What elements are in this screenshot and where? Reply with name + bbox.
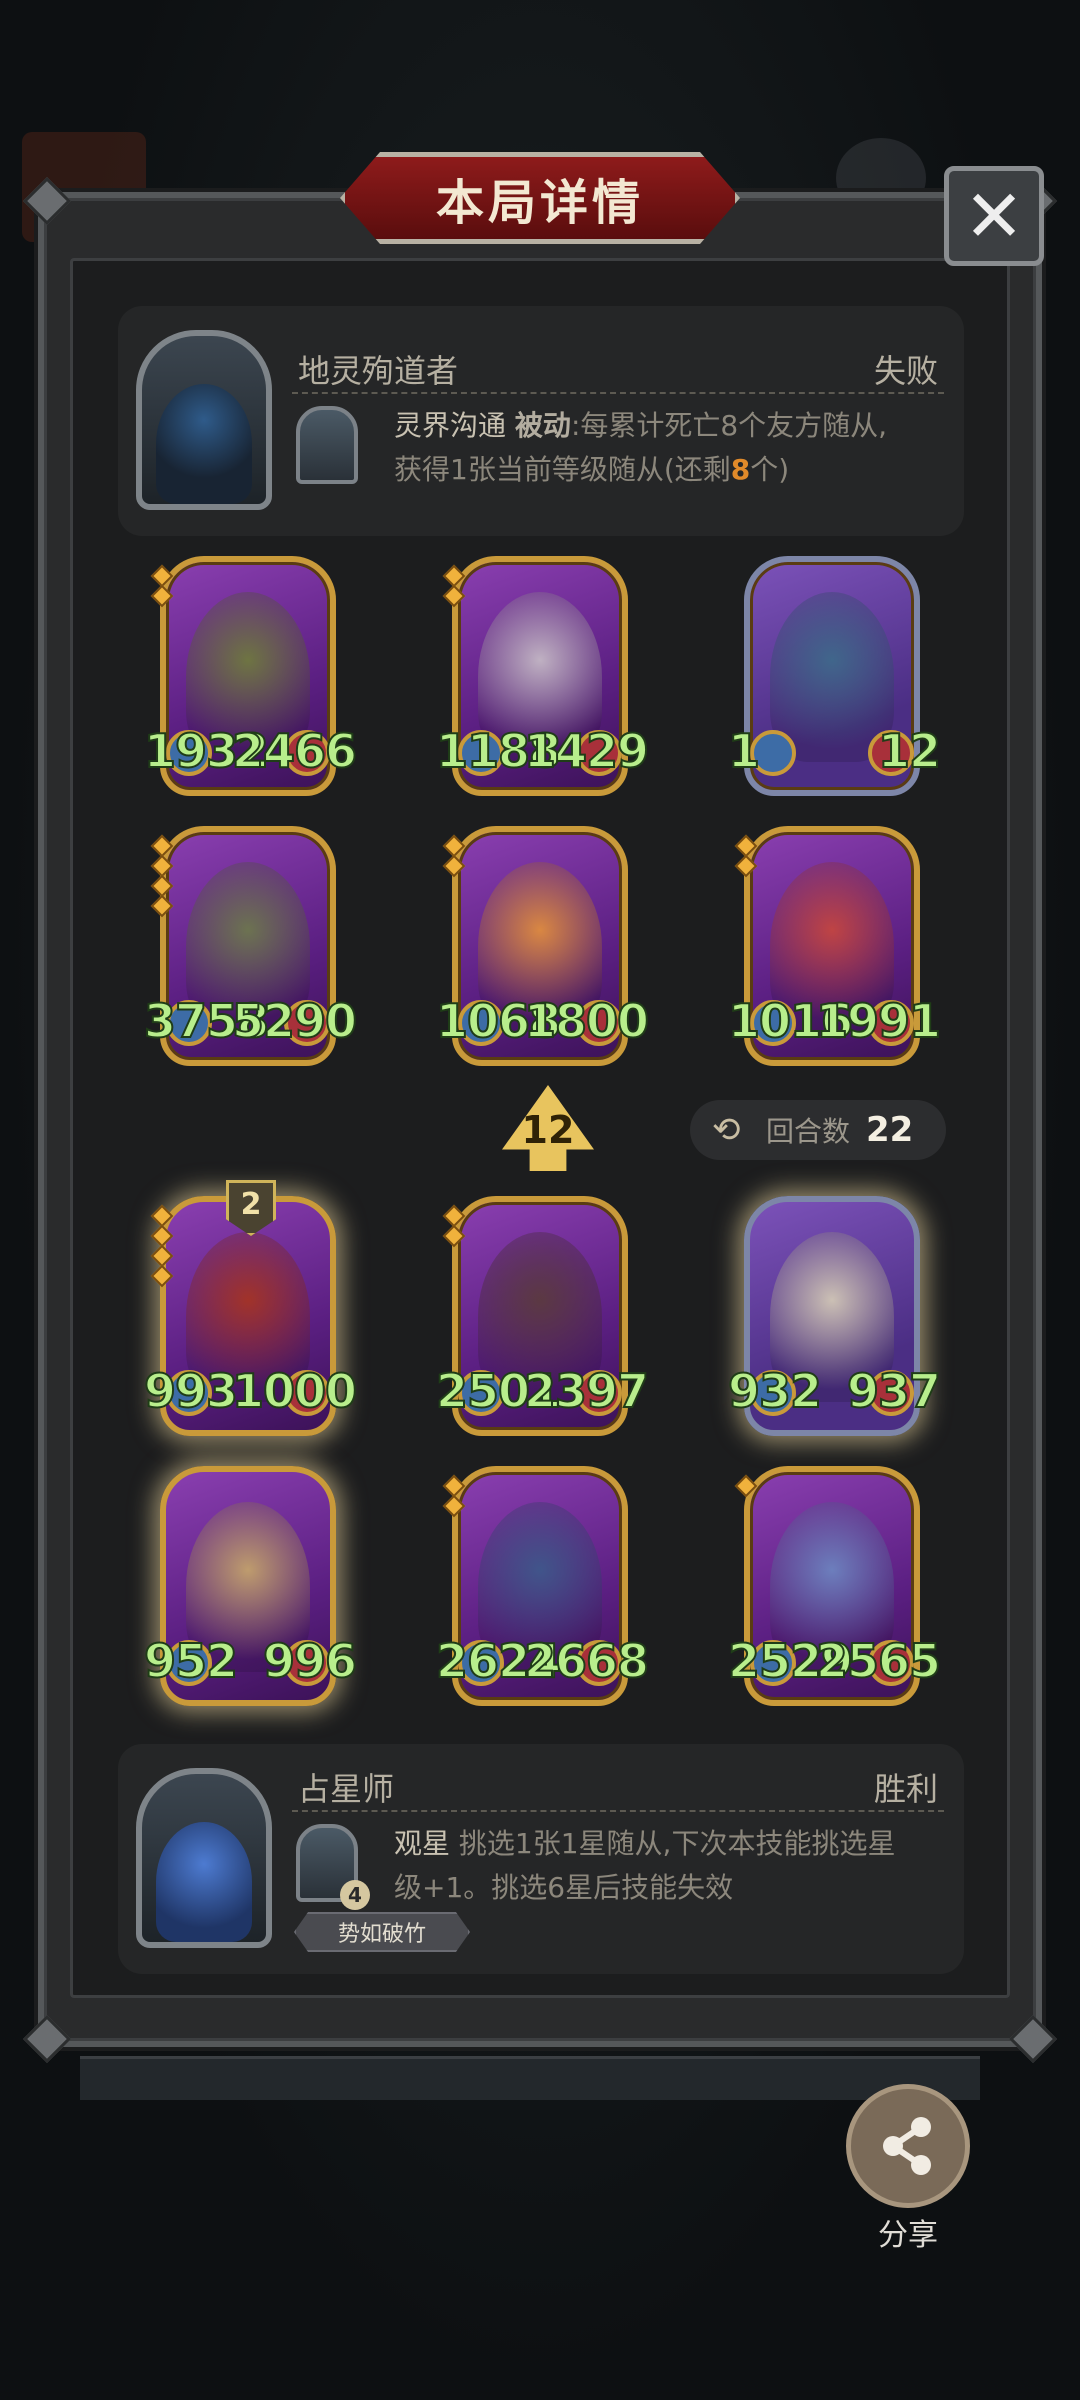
opponent-minion-card[interactable]: 1 12: [727, 556, 942, 796]
tier-level: 12: [521, 1108, 575, 1152]
star-icon: [150, 1264, 174, 1288]
star-icon: [734, 854, 758, 878]
opponent-hero-name: 地灵殉道者: [298, 352, 459, 390]
star-icon: [734, 1474, 758, 1498]
player-minion-card[interactable]: 2 993 1000: [143, 1180, 358, 1436]
opponent-minion-card[interactable]: 1188 1429: [435, 556, 650, 796]
share-label: 分享: [878, 2218, 938, 2253]
star-rating: [150, 564, 174, 608]
star-rating: [150, 1204, 174, 1288]
star-icon: [442, 1224, 466, 1248]
skill-remaining: 8: [730, 453, 751, 486]
player-portrait: [136, 1768, 272, 1948]
player-minion-card[interactable]: 2624 2668: [435, 1466, 650, 1706]
minion-attack: 993: [143, 1364, 239, 1418]
opponent-minion-card[interactable]: 1068 1800: [435, 826, 650, 1066]
star-rating: [442, 834, 466, 878]
opponent-minion-card[interactable]: 1932 2466: [143, 556, 358, 796]
skill-desc: 级+1。挑选6星后技能失效: [394, 1871, 734, 1904]
page-title: 本局详情: [435, 175, 644, 231]
opponent-info: 地灵殉道者 失败 灵界沟通 被动:每累计死亡8个友方随从, 获得1张当前等级随从…: [118, 306, 964, 536]
close-icon: ✕: [963, 174, 1025, 258]
opponent-result: 失败: [873, 352, 938, 390]
opponent-skill-text: 灵界沟通 被动:每累计死亡8个友方随从, 获得1张当前等级随从(还剩8个): [394, 404, 954, 492]
minion-health: 996: [262, 1634, 358, 1688]
minion-health: 2466: [231, 724, 358, 778]
minion-health: 2397: [523, 1364, 650, 1418]
refresh-icon: ⟲: [712, 1110, 741, 1150]
divider: [292, 1810, 944, 1812]
minion-health: 12: [877, 724, 942, 778]
minion-health: 937: [846, 1364, 942, 1418]
skill-desc: 获得1张当前等级随从(还剩: [394, 453, 731, 486]
star-icon: [442, 584, 466, 608]
minion-health: 1000: [231, 1364, 358, 1418]
minion-health: 1429: [523, 724, 650, 778]
opponent-portrait: [136, 330, 272, 510]
player-minion-card[interactable]: 2529 2565: [727, 1466, 942, 1706]
player-minion-card[interactable]: 932 937: [727, 1196, 942, 1436]
star-rating: [734, 1474, 758, 1498]
skill-desc: 挑选1张1星随从,下次本技能挑选星: [458, 1827, 896, 1860]
share-icon: [883, 2117, 931, 2175]
player-skill-text: 观星 挑选1张1星随从,下次本技能挑选星 级+1。挑选6星后技能失效: [394, 1822, 954, 1910]
player-minion-card[interactable]: 952 996: [143, 1466, 358, 1706]
skill-name: 灵界沟通: [394, 409, 507, 442]
round-counter: ⟲ 回合数 22: [690, 1100, 946, 1160]
round-label: 回合数: [766, 1115, 851, 1148]
skill-level-badge: 4: [340, 1880, 370, 1910]
golden-count-badge: 2: [226, 1180, 276, 1236]
skill-name: 观星: [394, 1827, 451, 1860]
skill-desc: :每累计死亡8个友方随从,: [570, 409, 888, 442]
opponent-hero-art: [156, 384, 252, 504]
star-icon: [442, 1494, 466, 1518]
divider: [292, 392, 944, 394]
minion-health: 5290: [231, 994, 358, 1048]
streak-tag: 势如破竹: [294, 1912, 470, 1952]
bottom-lineup-strip: [80, 2056, 980, 2100]
title-banner: 本局详情: [340, 152, 740, 244]
player-result: 胜利: [873, 1770, 938, 1808]
close-button[interactable]: ✕: [944, 166, 1044, 266]
minion-health: 2565: [815, 1634, 942, 1688]
player-minion-card[interactable]: 2501 2397: [435, 1196, 650, 1436]
star-icon: [150, 894, 174, 918]
share-button[interactable]: [846, 2084, 970, 2208]
opponent-skill-icon[interactable]: [296, 406, 358, 484]
star-icon: [442, 854, 466, 878]
minion-attack: 1: [727, 724, 761, 778]
star-icon: [150, 584, 174, 608]
star-rating: [442, 1474, 466, 1518]
player-info: 占星师 胜利 4 势如破竹 观星 挑选1张1星随从,下次本技能挑选星 级+1。挑…: [118, 1744, 964, 1974]
opponent-minion-card[interactable]: 3758 5290: [143, 826, 358, 1066]
minion-health: 2668: [523, 1634, 650, 1688]
star-rating: [442, 1204, 466, 1248]
minion-attack: 952: [143, 1634, 239, 1688]
minion-attack: 932: [727, 1364, 823, 1418]
star-rating: [734, 834, 758, 878]
star-rating: [442, 564, 466, 608]
star-rating: [150, 834, 174, 918]
minion-health: 1800: [523, 994, 650, 1048]
opponent-minion-card[interactable]: 1016 1991: [727, 826, 942, 1066]
player-hero-art: [156, 1822, 252, 1942]
skill-desc: 个): [750, 453, 790, 486]
minion-health: 1991: [815, 994, 942, 1048]
skill-type: 被动: [514, 409, 571, 442]
player-hero-name: 占星师: [298, 1770, 395, 1808]
round-value: 22: [866, 1110, 914, 1150]
